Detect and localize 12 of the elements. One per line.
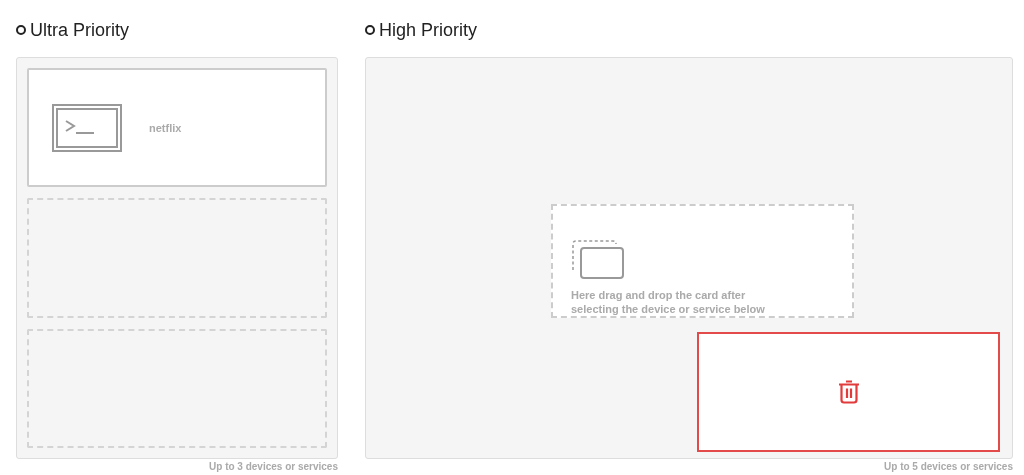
bullet-icon xyxy=(365,25,375,35)
section-title: Ultra Priority xyxy=(30,19,129,41)
terminal-icon xyxy=(52,103,122,152)
limit-note: Up to 3 devices or services xyxy=(208,461,338,472)
device-card[interactable]: netflix xyxy=(27,68,327,188)
trash-icon xyxy=(837,380,860,405)
limit-note: Up to 5 devices or services xyxy=(883,461,1013,472)
delete-zone[interactable] xyxy=(697,332,1000,452)
section-title: High Priority xyxy=(379,19,478,41)
card-icon xyxy=(571,240,625,280)
bullet-icon xyxy=(16,25,26,35)
drop-hint: Here drag and drop the card after selecting the device or service below xyxy=(571,288,766,316)
